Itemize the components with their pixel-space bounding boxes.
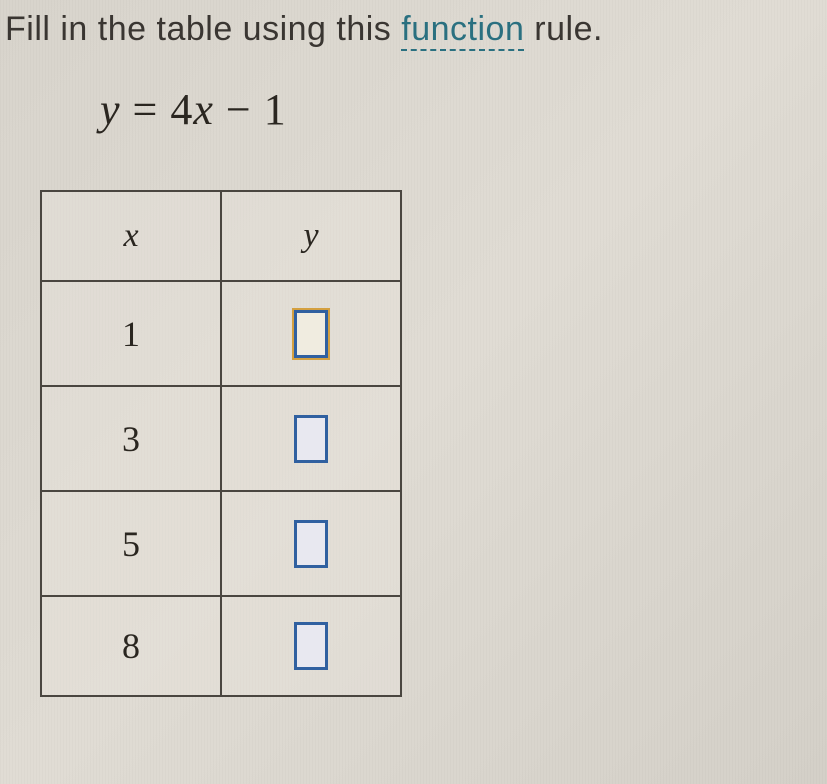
function-equation: y = 4x − 1 — [0, 84, 827, 135]
y-cell — [221, 596, 401, 696]
y-cell — [221, 386, 401, 491]
x-value: 1 — [41, 281, 221, 386]
y-input[interactable] — [294, 520, 328, 568]
x-value: 5 — [41, 491, 221, 596]
x-value: 8 — [41, 596, 221, 696]
table-row: 5 — [41, 491, 401, 596]
function-table: x y 1 3 5 8 — [40, 190, 402, 697]
x-value: 3 — [41, 386, 221, 491]
instruction-text: Fill in the table using this function ru… — [0, 10, 827, 49]
y-input[interactable] — [294, 622, 328, 670]
y-input[interactable] — [294, 415, 328, 463]
table-row: 8 — [41, 596, 401, 696]
header-y: y — [221, 191, 401, 281]
y-input[interactable] — [294, 310, 328, 358]
instruction-suffix: rule. — [524, 10, 603, 48]
table-row: 3 — [41, 386, 401, 491]
header-x: x — [41, 191, 221, 281]
instruction-prefix: Fill in the table using this — [5, 10, 401, 48]
table-header-row: x y — [41, 191, 401, 281]
table-row: 1 — [41, 281, 401, 386]
y-cell — [221, 491, 401, 596]
y-cell — [221, 281, 401, 386]
function-link[interactable]: function — [401, 10, 524, 51]
